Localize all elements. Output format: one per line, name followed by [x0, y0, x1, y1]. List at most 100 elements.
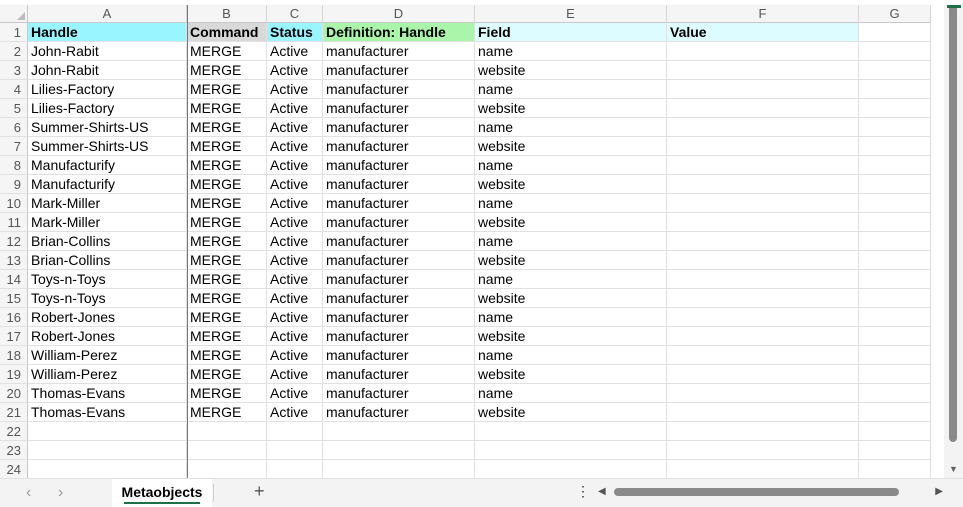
data-cell-e[interactable]: name	[475, 194, 667, 213]
scroll-left-arrow-icon[interactable]: ◀	[598, 486, 606, 497]
data-cell-a[interactable]: Thomas-Evans	[28, 384, 187, 403]
data-cell-e[interactable]: website	[475, 213, 667, 232]
data-cell-b[interactable]: MERGE	[187, 232, 267, 251]
data-cell-d[interactable]: manufacturer	[323, 80, 475, 99]
data-cell-g[interactable]	[859, 346, 931, 365]
data-cell-g[interactable]	[859, 422, 931, 441]
data-cell-b[interactable]: MERGE	[187, 213, 267, 232]
data-cell-e[interactable]: name	[475, 80, 667, 99]
data-cell-f[interactable]	[667, 213, 859, 232]
row-number[interactable]: 4	[0, 80, 28, 99]
data-cell-g[interactable]	[859, 289, 931, 308]
data-cell-e[interactable]: name	[475, 156, 667, 175]
row-number[interactable]: 1	[0, 23, 28, 42]
data-cell-c[interactable]: Active	[267, 232, 323, 251]
data-cell-c[interactable]: Active	[267, 80, 323, 99]
data-cell-a[interactable]: Brian-Collins	[28, 232, 187, 251]
data-cell-a[interactable]: Manufacturify	[28, 156, 187, 175]
data-cell-e[interactable]: website	[475, 403, 667, 422]
spreadsheet-grid[interactable]: A B C D E F G 1 Handle Command Status Definition: H…	[0, 5, 944, 478]
scroll-down-arrow-icon[interactable]: ▼	[949, 464, 958, 474]
data-cell-e[interactable]: name	[475, 118, 667, 137]
data-cell-g[interactable]	[859, 61, 931, 80]
data-cell-a[interactable]: Mark-Miller	[28, 194, 187, 213]
data-cell-d[interactable]: manufacturer	[323, 61, 475, 80]
data-cell-a[interactable]: William-Perez	[28, 365, 187, 384]
data-cell-c[interactable]: Active	[267, 194, 323, 213]
data-cell-b[interactable]: MERGE	[187, 308, 267, 327]
more-options-icon[interactable]: ⋮	[576, 483, 590, 500]
row-number[interactable]: 2	[0, 42, 28, 61]
data-cell-g[interactable]	[859, 327, 931, 346]
header-cell-c[interactable]: Status	[267, 23, 323, 42]
data-cell-c[interactable]: Active	[267, 384, 323, 403]
data-cell-d[interactable]: manufacturer	[323, 99, 475, 118]
data-cell-g[interactable]	[859, 99, 931, 118]
data-cell-c[interactable]: Active	[267, 42, 323, 61]
data-cell-g[interactable]	[859, 137, 931, 156]
data-cell-f[interactable]	[667, 422, 859, 441]
data-cell-f[interactable]	[667, 194, 859, 213]
data-cell-c[interactable]: Active	[267, 308, 323, 327]
row-number[interactable]: 14	[0, 270, 28, 289]
data-cell-f[interactable]	[667, 365, 859, 384]
data-cell-d[interactable]: manufacturer	[323, 384, 475, 403]
row-number[interactable]: 7	[0, 137, 28, 156]
data-cell-c[interactable]: Active	[267, 251, 323, 270]
data-cell-b[interactable]: MERGE	[187, 384, 267, 403]
data-cell-e[interactable]: name	[475, 42, 667, 61]
data-cell-d[interactable]: manufacturer	[323, 346, 475, 365]
data-cell-e[interactable]: name	[475, 308, 667, 327]
data-cell-c[interactable]: Active	[267, 156, 323, 175]
row-number[interactable]: 16	[0, 308, 28, 327]
row-number[interactable]: 11	[0, 213, 28, 232]
row-number[interactable]: 13	[0, 251, 28, 270]
data-cell-d[interactable]: manufacturer	[323, 327, 475, 346]
data-cell-f[interactable]	[667, 80, 859, 99]
data-cell-d[interactable]: manufacturer	[323, 289, 475, 308]
data-cell-c[interactable]: Active	[267, 137, 323, 156]
data-cell-a[interactable]: John-Rabit	[28, 42, 187, 61]
data-cell-c[interactable]: Active	[267, 99, 323, 118]
data-cell-f[interactable]	[667, 460, 859, 478]
data-cell-b[interactable]: MERGE	[187, 118, 267, 137]
data-cell-b[interactable]: MERGE	[187, 403, 267, 422]
data-cell-e[interactable]: website	[475, 365, 667, 384]
data-cell-f[interactable]	[667, 175, 859, 194]
add-sheet-button[interactable]: +	[254, 481, 265, 502]
data-cell-f[interactable]	[667, 156, 859, 175]
next-sheet-icon[interactable]: ›	[58, 484, 63, 502]
data-cell-g[interactable]	[859, 232, 931, 251]
horizontal-scroll-thumb[interactable]	[614, 488, 899, 496]
data-cell-c[interactable]: Active	[267, 289, 323, 308]
data-cell-e[interactable]: website	[475, 175, 667, 194]
data-cell-f[interactable]	[667, 137, 859, 156]
data-cell-a[interactable]: Manufacturify	[28, 175, 187, 194]
data-cell-d[interactable]	[323, 441, 475, 460]
data-cell-a[interactable]: Robert-Jones	[28, 327, 187, 346]
data-cell-c[interactable]: Active	[267, 270, 323, 289]
row-number[interactable]: 24	[0, 460, 28, 478]
data-cell-g[interactable]	[859, 251, 931, 270]
column-header-a[interactable]: A	[28, 5, 187, 23]
data-cell-e[interactable]: website	[475, 327, 667, 346]
header-cell-g[interactable]	[859, 23, 931, 42]
data-cell-d[interactable]: manufacturer	[323, 403, 475, 422]
data-cell-b[interactable]: MERGE	[187, 289, 267, 308]
data-cell-f[interactable]	[667, 232, 859, 251]
data-cell-b[interactable]: MERGE	[187, 365, 267, 384]
data-cell-f[interactable]	[667, 327, 859, 346]
data-cell-b[interactable]: MERGE	[187, 80, 267, 99]
data-cell-f[interactable]	[667, 308, 859, 327]
data-cell-a[interactable]: Thomas-Evans	[28, 403, 187, 422]
data-cell-a[interactable]	[28, 441, 187, 460]
column-header-e[interactable]: E	[475, 5, 667, 23]
data-cell-f[interactable]	[667, 403, 859, 422]
data-cell-e[interactable]: name	[475, 270, 667, 289]
header-cell-a[interactable]: Handle	[28, 23, 187, 42]
data-cell-b[interactable]	[187, 422, 267, 441]
data-cell-g[interactable]	[859, 80, 931, 99]
column-header-f[interactable]: F	[667, 5, 859, 23]
data-cell-a[interactable]: Toys-n-Toys	[28, 289, 187, 308]
data-cell-a[interactable]: William-Perez	[28, 346, 187, 365]
